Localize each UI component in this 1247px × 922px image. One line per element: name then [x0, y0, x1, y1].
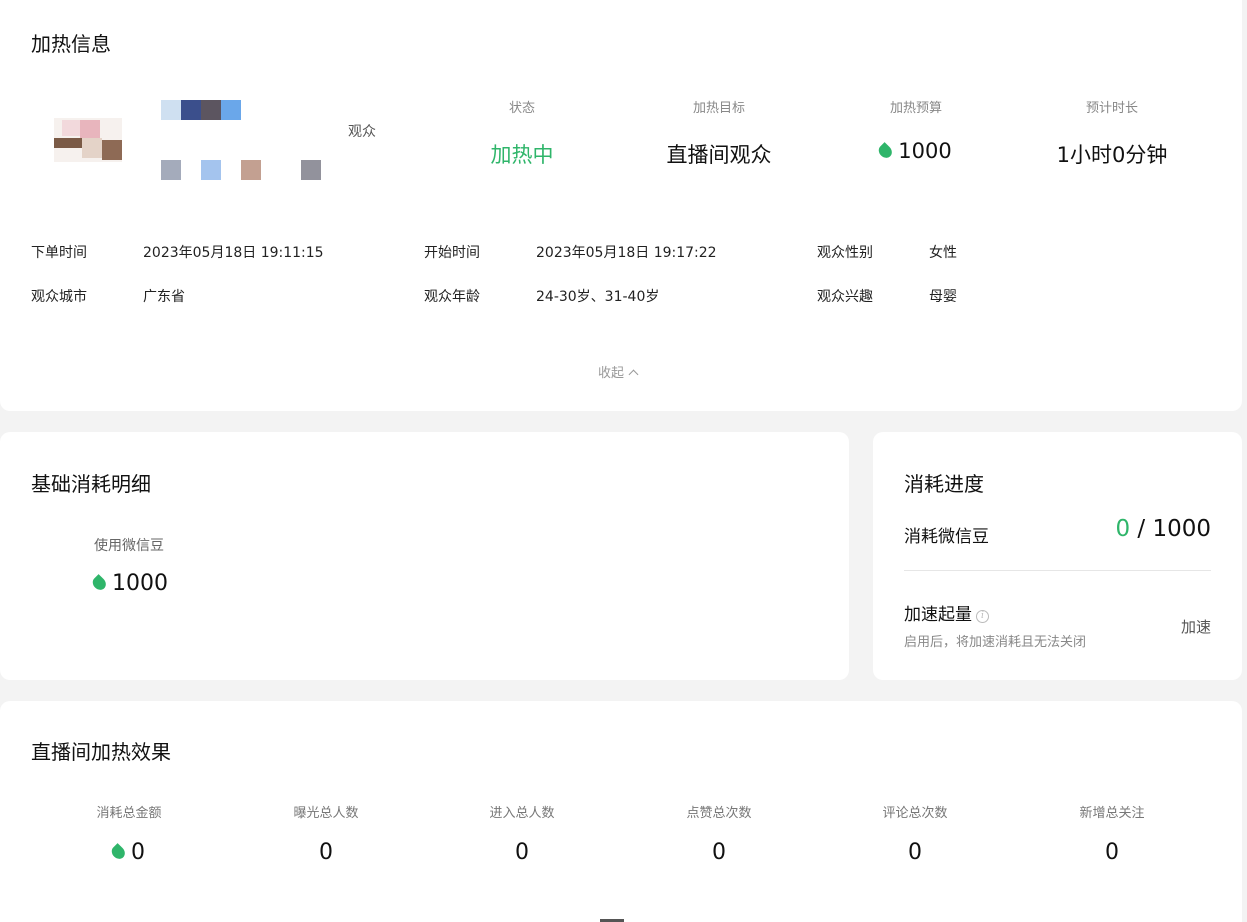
- metric-new-follows: 新增总关注 0: [1012, 802, 1212, 865]
- meta-label-start-time: 开始时间: [424, 245, 480, 261]
- chevron-up-icon: [628, 369, 639, 380]
- metric-value: 0: [908, 840, 922, 865]
- metric-value: 0: [319, 840, 333, 865]
- status-value: 加热中: [490, 143, 554, 167]
- meta-label-gender: 观众性别: [817, 245, 873, 261]
- meta-value-age: 24-30岁、31-40岁: [536, 289, 660, 305]
- audience-suffix-text: 观众: [348, 124, 376, 140]
- meta-value-gender: 女性: [929, 245, 957, 261]
- heat-info-card: 加热信息 观众 状态 加热中 加热目标 直播间观众 加热预算 1000 预计时长…: [0, 0, 1242, 411]
- metric-value: 0: [515, 840, 529, 865]
- metric-value: 0: [1105, 840, 1119, 865]
- beans-used-label: 使用微信豆: [94, 538, 164, 554]
- metric-label: 评论总次数: [882, 806, 948, 821]
- metric-label: 进入总人数: [489, 806, 555, 821]
- meta-value-interest: 母婴: [929, 289, 957, 305]
- stat-target: 加热目标 直播间观众: [619, 97, 819, 169]
- accelerate-description: 启用后，将加速消耗且无法关闭: [904, 635, 1087, 650]
- stat-label: 加热预算: [889, 101, 942, 116]
- duration-value: 1小时0分钟: [1056, 143, 1168, 167]
- beans-consumed-progress: 0 / 1000: [1115, 516, 1211, 542]
- metric-entries: 进入总人数 0: [422, 802, 622, 865]
- metric-label: 消耗总金额: [96, 806, 162, 821]
- stat-label: 加热目标: [692, 101, 745, 116]
- basic-consumption-title: 基础消耗明细: [31, 472, 151, 496]
- basic-consumption-card: 基础消耗明细 使用微信豆 1000: [0, 432, 849, 680]
- live-room-thumbnail: [54, 118, 122, 162]
- meta-label-age: 观众年龄: [424, 289, 480, 305]
- beans-used-value: 1000: [112, 571, 168, 596]
- beans-used-value-wrap: 1000: [90, 571, 168, 596]
- consumption-progress-card: 消耗进度 消耗微信豆 0 / 1000 加速起量 i 启用后，将加速消耗且无法关闭…: [873, 432, 1242, 680]
- meta-label-city: 观众城市: [31, 289, 87, 305]
- meta-label-order-time: 下单时间: [31, 245, 87, 261]
- metric-value: 0: [712, 840, 726, 865]
- wechat-bean-icon: [876, 142, 895, 161]
- info-icon[interactable]: i: [976, 610, 989, 623]
- wechat-bean-icon: [90, 574, 109, 593]
- stat-duration: 预计时长 1小时0分钟: [1012, 97, 1212, 169]
- divider: [904, 570, 1211, 571]
- accelerate-title: 加速起量: [904, 605, 972, 625]
- budget-value: 1000: [898, 139, 952, 163]
- heat-info-title: 加热信息: [31, 32, 111, 56]
- metric-value: 0: [131, 840, 145, 865]
- consumption-progress-title: 消耗进度: [904, 472, 984, 496]
- stat-status: 状态 加热中: [422, 97, 622, 169]
- beans-consumed-total: 1000: [1152, 516, 1211, 542]
- metric-value-wrap: 0: [29, 840, 229, 865]
- metric-label: 点赞总次数: [686, 806, 752, 821]
- metric-label: 新增总关注: [1079, 806, 1145, 821]
- collapse-label: 收起: [598, 366, 625, 381]
- meta-value-city: 广东省: [143, 289, 185, 305]
- stat-label: 预计时长: [1085, 101, 1138, 116]
- accelerate-title-wrap: 加速起量 i: [904, 600, 989, 625]
- progress-separator: /: [1130, 516, 1153, 542]
- budget-value-wrap: 1000: [816, 139, 1016, 163]
- metric-exposure: 曝光总人数 0: [226, 802, 426, 865]
- wechat-bean-icon: [109, 843, 128, 862]
- stat-label: 状态: [508, 101, 535, 116]
- beans-consumed-label: 消耗微信豆: [904, 527, 989, 547]
- stat-budget: 加热预算 1000: [816, 97, 1016, 163]
- collapse-button[interactable]: 收起: [598, 362, 639, 381]
- metric-likes: 点赞总次数 0: [619, 802, 819, 865]
- meta-value-order-time: 2023年05月18日 19:11:15: [143, 245, 324, 261]
- metric-comments: 评论总次数 0: [815, 802, 1015, 865]
- meta-label-interest: 观众兴趣: [817, 289, 873, 305]
- meta-value-start-time: 2023年05月18日 19:17:22: [536, 245, 717, 261]
- metric-label: 曝光总人数: [293, 806, 359, 821]
- target-value: 直播间观众: [666, 143, 772, 167]
- heat-effect-title: 直播间加热效果: [31, 740, 171, 764]
- beans-consumed-current: 0: [1115, 516, 1131, 542]
- accelerate-button[interactable]: 加速: [1181, 616, 1211, 637]
- heat-effect-card: 直播间加热效果 消耗总金额 0 曝光总人数 0 进入总人数 0 点赞总次数 0 …: [0, 701, 1242, 922]
- metric-total-spend: 消耗总金额 0: [29, 802, 229, 865]
